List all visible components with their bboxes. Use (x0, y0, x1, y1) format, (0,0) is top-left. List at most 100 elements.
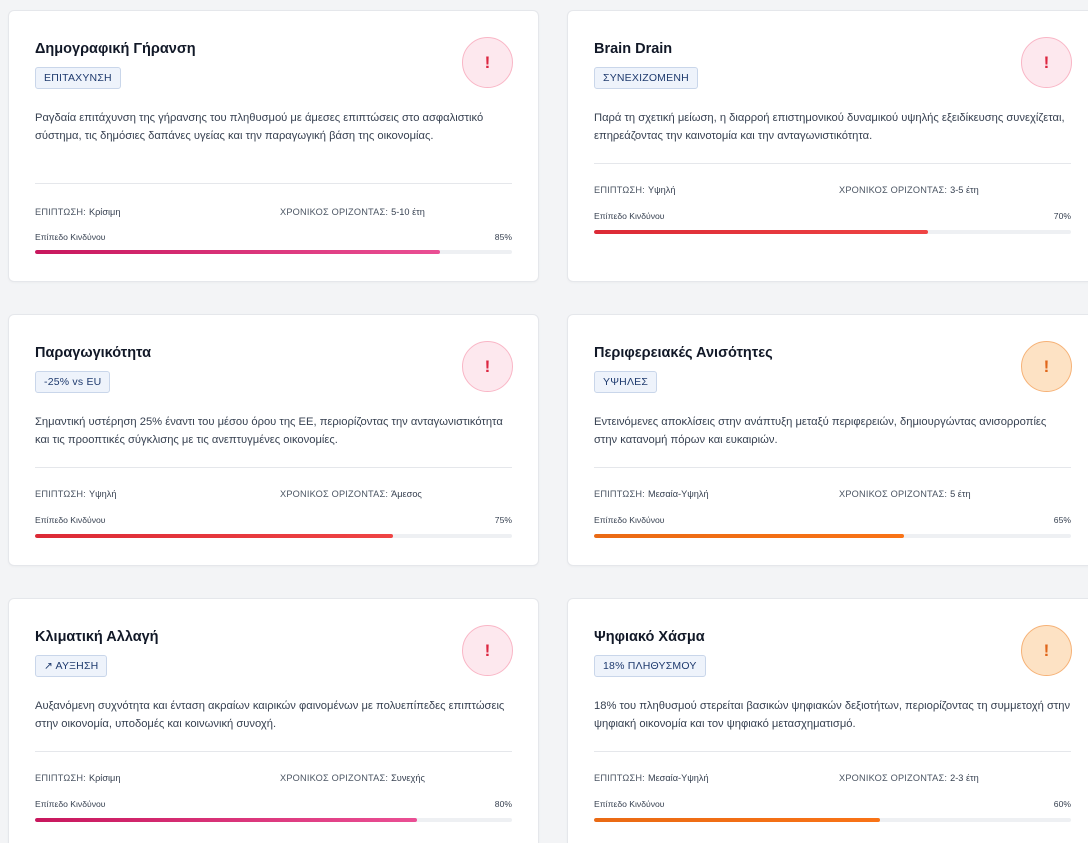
alert-icon: ! (462, 341, 513, 392)
horizon-value: 5 έτη (950, 489, 971, 499)
risk-card[interactable]: Κλιματική Αλλαγή ↗ ΑΥΞΗΣΗ ! Αυξανόμενη σ… (8, 598, 539, 843)
divider (35, 183, 512, 184)
risk-progress-bar (35, 534, 512, 538)
horizon-field: ΧΡΟΝΙΚΟΣ ΟΡΙΖΟΝΤΑΣ: 3-5 έτη (839, 185, 979, 195)
impact-value: Κρίσιμη (88, 207, 121, 217)
alert-icon: ! (1021, 341, 1072, 392)
card-description: Παρά τη σχετική μείωση, η διαρροή επιστη… (594, 112, 1065, 142)
risk-progress-bar (594, 818, 1071, 822)
risk-level-row: Επίπεδο Κινδύνου 85% (35, 232, 512, 244)
risk-level-row: Επίπεδο Κινδύνου 75% (35, 515, 512, 527)
risk-progress-bar (594, 230, 1071, 234)
card-description: Εντεινόμενες αποκλίσεις στην ανάπτυξη με… (594, 416, 1047, 446)
risk-level-row: Επίπεδο Κινδύνου 60% (594, 799, 1071, 811)
impact-field: ΕΠΙΠΤΩΣΗ: Μεσαία-Υψηλή (594, 773, 709, 783)
risk-progress-fill (35, 818, 417, 822)
risk-progress-fill (594, 534, 905, 538)
impact-field: ΕΠΙΠΤΩΣΗ: Υψηλή (594, 185, 675, 195)
card-title: Περιφερειακές Ανισότητες (594, 345, 773, 361)
risk-progress-bar (35, 250, 512, 254)
status-badge: ΥΨΗΛΕΣ (594, 371, 658, 393)
card-description: Σημαντική υστέρηση 25% έναντι του μέσου … (35, 416, 503, 446)
impact-field: ΕΠΙΠΤΩΣΗ: Μεσαία-Υψηλή (594, 489, 709, 499)
divider (35, 467, 512, 468)
horizon-label: ΧΡΟΝΙΚΟΣ ΟΡΙΖΟΝΤΑΣ: (280, 489, 389, 499)
horizon-value: 2-3 έτη (950, 773, 979, 783)
risk-level-row: Επίπεδο Κινδύνου 65% (594, 515, 1071, 527)
horizon-label: ΧΡΟΝΙΚΟΣ ΟΡΙΖΟΝΤΑΣ: (839, 489, 948, 499)
risk-card[interactable]: Δημογραφική Γήρανση ΕΠΙΤΑΧΥΝΣΗ ! Ραγδαία… (8, 10, 539, 282)
risk-progress-fill (594, 818, 881, 822)
risk-level-label: Επίπεδο Κινδύνου (35, 232, 106, 242)
card-meta: ΕΠΙΠΤΩΣΗ: Μεσαία-Υψηλή ΧΡΟΝΙΚΟΣ ΟΡΙΖΟΝΤΑΣ… (594, 773, 1071, 787)
horizon-label: ΧΡΟΝΙΚΟΣ ΟΡΙΖΟΝΤΑΣ: (839, 773, 948, 783)
card-meta: ΕΠΙΠΤΩΣΗ: Υψηλή ΧΡΟΝΙΚΟΣ ΟΡΙΖΟΝΤΑΣ: 3-5 έτ… (594, 185, 1071, 199)
risk-progress-fill (35, 250, 441, 254)
status-badge: ↗ ΑΥΞΗΣΗ (35, 655, 108, 677)
card-title: Brain Drain (594, 41, 673, 57)
impact-value: Υψηλή (88, 489, 117, 499)
risk-level-label: Επίπεδο Κινδύνου (594, 515, 665, 525)
impact-value: Κρίσιμη (88, 773, 121, 783)
horizon-field: ΧΡΟΝΙΚΟΣ ΟΡΙΖΟΝΤΑΣ: 5-10 έτη (280, 207, 425, 217)
divider (35, 751, 512, 752)
alert-icon: ! (1021, 625, 1072, 676)
card-meta: ΕΠΙΠΤΩΣΗ: Κρίσιμη ΧΡΟΝΙΚΟΣ ΟΡΙΖΟΝΤΑΣ: 5-10… (35, 207, 512, 221)
risk-cards-grid: Δημογραφική Γήρανση ΕΠΙΤΑΧΥΝΣΗ ! Ραγδαία… (0, 0, 1088, 843)
horizon-label: ΧΡΟΝΙΚΟΣ ΟΡΙΖΟΝΤΑΣ: (280, 207, 389, 217)
status-badge: ΕΠΙΤΑΧΥΝΣΗ (35, 67, 121, 89)
impact-label: ΕΠΙΠΤΩΣΗ: (594, 773, 645, 783)
horizon-value: Συνεχής (391, 773, 425, 783)
impact-value: Μεσαία-Υψηλή (647, 489, 709, 499)
risk-percentage: 75% (494, 515, 512, 525)
risk-percentage: 85% (494, 232, 512, 242)
card-meta: ΕΠΙΠΤΩΣΗ: Μεσαία-Υψηλή ΧΡΟΝΙΚΟΣ ΟΡΙΖΟΝΤΑΣ… (594, 489, 1071, 503)
risk-card[interactable]: Brain Drain ΣΥΝΕΧΙΖΟΜΕΝΗ ! Παρά τη σχετι… (567, 10, 1088, 282)
card-title: Ψηφιακό Χάσμα (594, 629, 705, 645)
card-title: Παραγωγικότητα (35, 345, 152, 361)
risk-level-label: Επίπεδο Κινδύνου (594, 211, 665, 221)
impact-value: Μεσαία-Υψηλή (647, 773, 709, 783)
card-description: 18% του πληθυσμού στερείται βασικών ψηφι… (594, 700, 1071, 730)
risk-level-row: Επίπεδο Κινδύνου 80% (35, 799, 512, 811)
status-badge: -25% vs EU (35, 371, 111, 393)
impact-field: ΕΠΙΠΤΩΣΗ: Κρίσιμη (35, 207, 120, 217)
horizon-field: ΧΡΟΝΙΚΟΣ ΟΡΙΖΟΝΤΑΣ: Άμεσος (280, 489, 422, 499)
risk-card[interactable]: Παραγωγικότητα -25% vs EU ! Σημαντική υσ… (8, 314, 539, 566)
alert-icon: ! (462, 37, 513, 88)
impact-field: ΕΠΙΠΤΩΣΗ: Υψηλή (35, 489, 116, 499)
alert-icon: ! (462, 625, 513, 676)
risk-percentage: 70% (1053, 211, 1071, 221)
risk-level-label: Επίπεδο Κινδύνου (594, 799, 665, 809)
risk-progress-fill (594, 230, 928, 234)
impact-label: ΕΠΙΠΤΩΣΗ: (35, 773, 86, 783)
horizon-value: 5-10 έτη (391, 207, 425, 217)
status-badge: ΣΥΝΕΧΙΖΟΜΕΝΗ (594, 67, 698, 89)
risk-level-label: Επίπεδο Κινδύνου (35, 799, 106, 809)
alert-icon: ! (1021, 37, 1072, 88)
impact-label: ΕΠΙΠΤΩΣΗ: (35, 489, 86, 499)
card-description: Ραγδαία επιτάχυνση της γήρανσης του πληθ… (35, 112, 484, 142)
horizon-field: ΧΡΟΝΙΚΟΣ ΟΡΙΖΟΝΤΑΣ: Συνεχής (280, 773, 425, 783)
card-meta: ΕΠΙΠΤΩΣΗ: Υψηλή ΧΡΟΝΙΚΟΣ ΟΡΙΖΟΝΤΑΣ: Άμεσος (35, 489, 512, 503)
risk-card[interactable]: Ψηφιακό Χάσμα 18% ΠΛΗΘΥΣΜΟΥ ! 18% του πλ… (567, 598, 1088, 843)
risk-progress-bar (594, 534, 1071, 538)
horizon-value: 3-5 έτη (950, 185, 979, 195)
status-badge: 18% ΠΛΗΘΥΣΜΟΥ (594, 655, 706, 677)
risk-percentage: 80% (494, 799, 512, 809)
impact-label: ΕΠΙΠΤΩΣΗ: (35, 207, 86, 217)
card-title: Κλιματική Αλλαγή (35, 629, 159, 645)
risk-progress-fill (35, 534, 393, 538)
horizon-value: Άμεσος (391, 489, 422, 499)
risk-card[interactable]: Περιφερειακές Ανισότητες ΥΨΗΛΕΣ ! Εντειν… (567, 314, 1088, 566)
impact-value: Υψηλή (647, 185, 676, 195)
impact-label: ΕΠΙΠΤΩΣΗ: (594, 185, 645, 195)
risk-level-label: Επίπεδο Κινδύνου (35, 515, 106, 525)
divider (594, 751, 1071, 752)
risk-percentage: 60% (1053, 799, 1071, 809)
risk-percentage: 65% (1053, 515, 1071, 525)
risk-level-row: Επίπεδο Κινδύνου 70% (594, 211, 1071, 223)
impact-label: ΕΠΙΠΤΩΣΗ: (594, 489, 645, 499)
horizon-field: ΧΡΟΝΙΚΟΣ ΟΡΙΖΟΝΤΑΣ: 2-3 έτη (839, 773, 979, 783)
risk-progress-bar (35, 818, 512, 822)
